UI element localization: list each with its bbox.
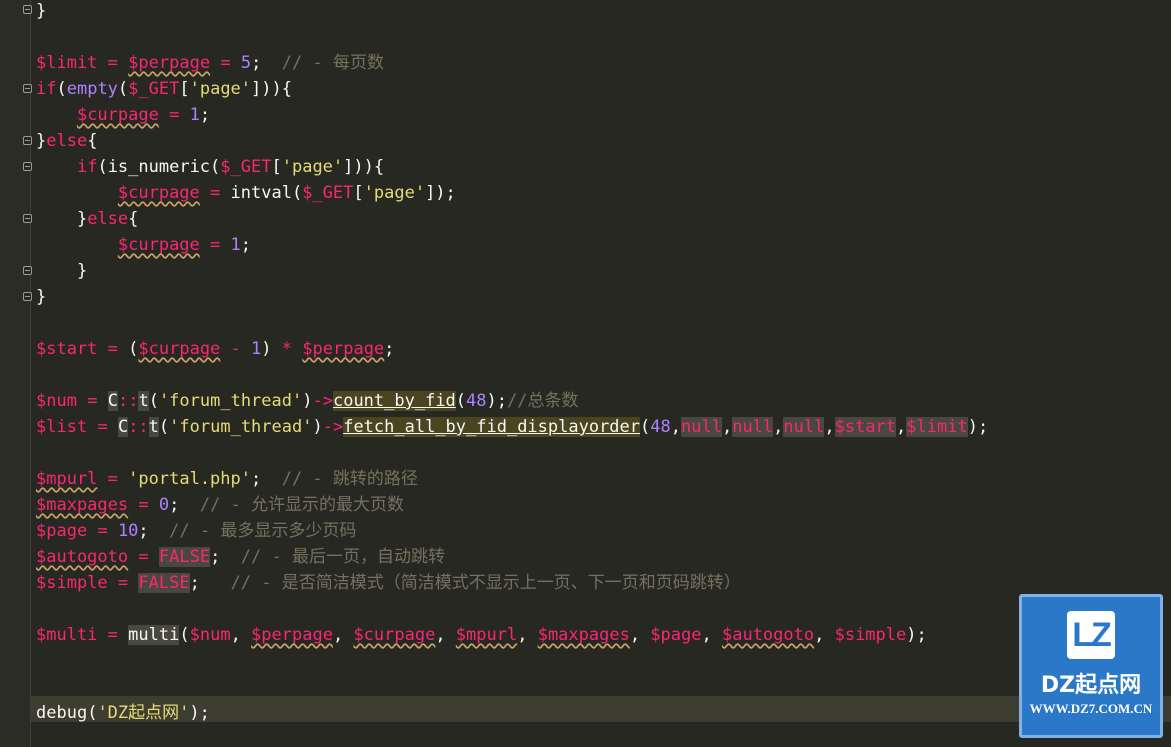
code-line: $curpage = intval($_GET['page']); [117, 183, 456, 203]
fold-marker-icon[interactable] [23, 292, 32, 301]
code-line: } [36, 1, 47, 21]
code-line: }else{ [36, 209, 139, 229]
logo-name: DZ起点网 [1040, 673, 1142, 698]
code-line: $maxpages = 0; // - 允许显示的最大页数 [36, 495, 405, 515]
code-line: $limit = $perpage = 5; // - 每页数 [36, 53, 384, 73]
code-line: $page = 10; // - 最多显示多少页码 [36, 521, 357, 541]
fold-marker-icon[interactable] [23, 5, 32, 14]
code-line: debug('DZ起点网'); [36, 703, 210, 723]
fold-marker-icon[interactable] [23, 214, 32, 223]
code-line: if(empty($_GET['page'])){ [36, 79, 292, 99]
logo-url: WWW.DZ7.COM.CN [1029, 701, 1153, 716]
code-line: }else{ [36, 131, 98, 151]
fold-marker-icon[interactable] [23, 84, 32, 93]
code-line: } [36, 287, 47, 307]
logo-mark: LZ [1067, 611, 1115, 659]
code-line: $start = ($curpage - 1) * $perpage; [36, 339, 395, 359]
code-line: if(is_numeric($_GET['page'])){ [76, 157, 385, 177]
code-line: $autogoto = FALSE; // - 最后一页，自动跳转 [36, 547, 445, 567]
code-line: $curpage = 1; [76, 105, 211, 125]
code-line: $mpurl = 'portal.php'; // - 跳转的路径 [36, 469, 418, 489]
code-line: $list = C::t('forum_thread')->fetch_all_… [36, 417, 989, 437]
code-line: } [36, 261, 88, 281]
editor-gutter [0, 0, 31, 747]
code-line: $curpage = 1; [117, 235, 252, 255]
fold-marker-icon[interactable] [23, 162, 32, 171]
site-watermark-logo: LZ DZ起点网 WWW.DZ7.COM.CN [1019, 594, 1163, 738]
code-line: $simple = FALSE; // - 是否简洁模式（简洁模式不显示上一页、… [36, 573, 741, 593]
fold-marker-icon[interactable] [23, 136, 32, 145]
code-line: $num = C::t('forum_thread')->count_by_fi… [36, 391, 579, 411]
fold-marker-icon[interactable] [23, 266, 32, 275]
code-line: $multi = multi($num, $perpage, $curpage,… [36, 625, 927, 645]
